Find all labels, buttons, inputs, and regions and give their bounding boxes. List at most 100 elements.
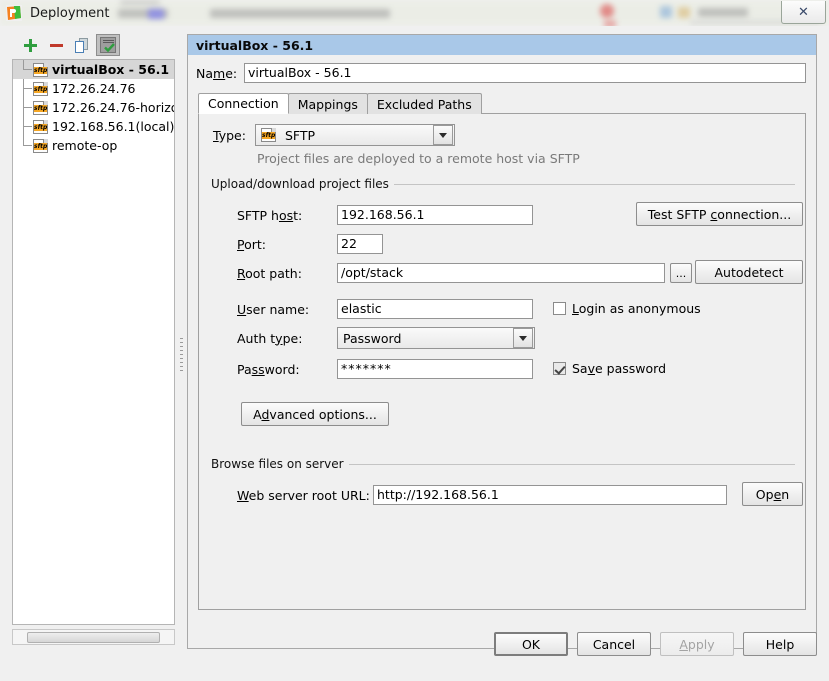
browse-group-caption: Browse files on server [211,457,349,471]
tab-label: Excluded Paths [376,96,472,112]
connection-tab-panel: Type: sftp SFTP Project files are deploy… [198,113,806,610]
web-root-row: Web server root URL: http://192.168.56.1 [237,485,727,505]
sftp-icon: sftp [33,100,48,115]
auth-type-value: Password [343,330,402,346]
chevron-down-icon[interactable] [513,328,533,348]
minus-icon [49,43,63,47]
type-value: SFTP [285,127,316,143]
test-connection-button[interactable]: Test SFTP connection... [636,202,803,226]
port-label: Port: [237,236,266,252]
port-row: Port: 22 [237,234,383,254]
root-path-label: Root path: [237,265,302,281]
port-input[interactable]: 22 [337,234,383,254]
ok-button[interactable]: OK [494,632,568,656]
list-item-label: 172.26.24.76-horizon [52,100,175,115]
type-value-wrap: sftp SFTP [256,128,433,143]
password-label: Password: [237,361,300,377]
auth-type-label: Auth type: [237,330,303,346]
name-input[interactable]: virtualBox - 56.1 [244,63,806,83]
cancel-button[interactable]: Cancel [577,632,651,656]
tree-branch-icon [15,136,33,155]
autodetect-button[interactable]: Autodetect [695,260,803,284]
autodetect-label: Autodetect [714,264,784,280]
sftp-icon: sftp [33,119,48,134]
remove-server-button[interactable] [44,34,68,56]
name-row: Name: virtualBox - 56.1 [196,61,806,85]
open-label: Open [755,486,790,502]
web-root-label: Web server root URL: [237,487,370,503]
auth-type-row: Auth type: Password [237,327,535,349]
test-connection-label: Test SFTP connection... [647,206,792,222]
type-row: Type: sftp SFTP [213,124,805,146]
panel-header: virtualBox - 56.1 [188,35,816,55]
close-icon[interactable]: ✕ [781,1,826,24]
tab-excluded-paths[interactable]: Excluded Paths [366,93,482,114]
root-path-input[interactable]: /opt/stack [337,263,665,283]
user-name-row: User name: elastic [237,299,533,319]
save-password-checkbox[interactable]: Save password [553,361,666,376]
cancel-label: Cancel [592,636,636,652]
list-item[interactable]: sftp remote-op [13,136,174,155]
list-item-label: remote-op [52,138,118,153]
sidebar-toolbar [12,34,175,56]
list-item[interactable]: sftp virtualBox - 56.1 [13,60,174,79]
apply-label: Apply [679,636,715,652]
user-name-label: User name: [237,301,310,317]
checkbox-box [553,302,566,315]
open-button[interactable]: Open [742,482,803,506]
login-anonymous-label: Login as anonymous [572,301,701,316]
help-label: Help [765,636,795,652]
host-input[interactable]: 192.168.56.1 [337,205,533,225]
tab-mappings[interactable]: Mappings [287,93,368,114]
sftp-icon: sftp [33,81,48,96]
tree-branch-icon [15,60,33,79]
login-anonymous-checkbox[interactable]: Login as anonymous [553,301,701,316]
copy-icon [74,37,90,53]
password-input[interactable]: ******* [337,359,533,379]
tab-label: Mappings [297,96,358,112]
root-path-row: Root path: /opt/stack ... [237,263,692,283]
sftp-icon: sftp [33,62,48,77]
server-settings-panel: virtualBox - 56.1 Name: virtualBox - 56.… [187,34,817,649]
password-row: Password: ******* [237,359,533,379]
type-hint: Project files are deployed to a remote h… [257,151,580,166]
server-list[interactable]: sftp virtualBox - 56.1 sftp 172.26.24.76… [12,59,175,625]
checkbox-box [553,362,566,375]
close-glyph: ✕ [798,4,809,20]
sftp-icon: sftp [261,128,276,142]
ok-label: OK [521,636,541,652]
page-title: virtualBox - 56.1 [196,37,314,53]
add-server-button[interactable] [18,34,42,56]
user-name-input[interactable]: elastic [337,299,533,319]
window-title-bar: Deployment [0,0,829,26]
list-item[interactable]: sftp 192.168.56.1(local) [13,117,174,136]
list-item-label: 172.26.24.76 [52,81,136,96]
list-item[interactable]: sftp 172.26.24.76 [13,79,174,98]
list-item-label: 192.168.56.1(local) [52,119,175,134]
tree-branch-icon [15,79,33,98]
list-item[interactable]: sftp 172.26.24.76-horizon [13,98,174,117]
deployment-dialog: sftp virtualBox - 56.1 sftp 172.26.24.76… [0,26,829,681]
copy-server-button[interactable] [70,34,94,56]
advanced-options-label: Advanced options... [253,406,377,422]
type-dropdown[interactable]: sftp SFTP [255,124,455,146]
tree-branch-icon [15,117,33,136]
name-label: Name: [196,65,238,81]
tree-branch-icon [15,98,33,117]
splitter-grip-icon [180,338,183,374]
panel-splitter[interactable] [177,56,186,651]
tab-label: Connection [208,96,279,111]
auth-type-dropdown[interactable]: Password [337,327,535,349]
help-button[interactable]: Help [743,632,817,656]
default-server-icon [100,37,116,53]
dialog-footer: OK Cancel Apply Help [0,629,829,659]
use-as-default-button[interactable] [96,34,120,56]
host-row: SFTP host: 192.168.56.1 [237,205,533,225]
upload-group-caption: Upload/download project files [211,177,394,191]
tab-connection[interactable]: Connection [198,93,289,114]
save-password-label: Save password [572,361,667,376]
root-path-browse-button[interactable]: ... [670,263,692,283]
chevron-down-icon[interactable] [433,125,453,145]
advanced-options-button[interactable]: Advanced options... [241,402,389,426]
web-root-input[interactable]: http://192.168.56.1 [373,485,727,505]
